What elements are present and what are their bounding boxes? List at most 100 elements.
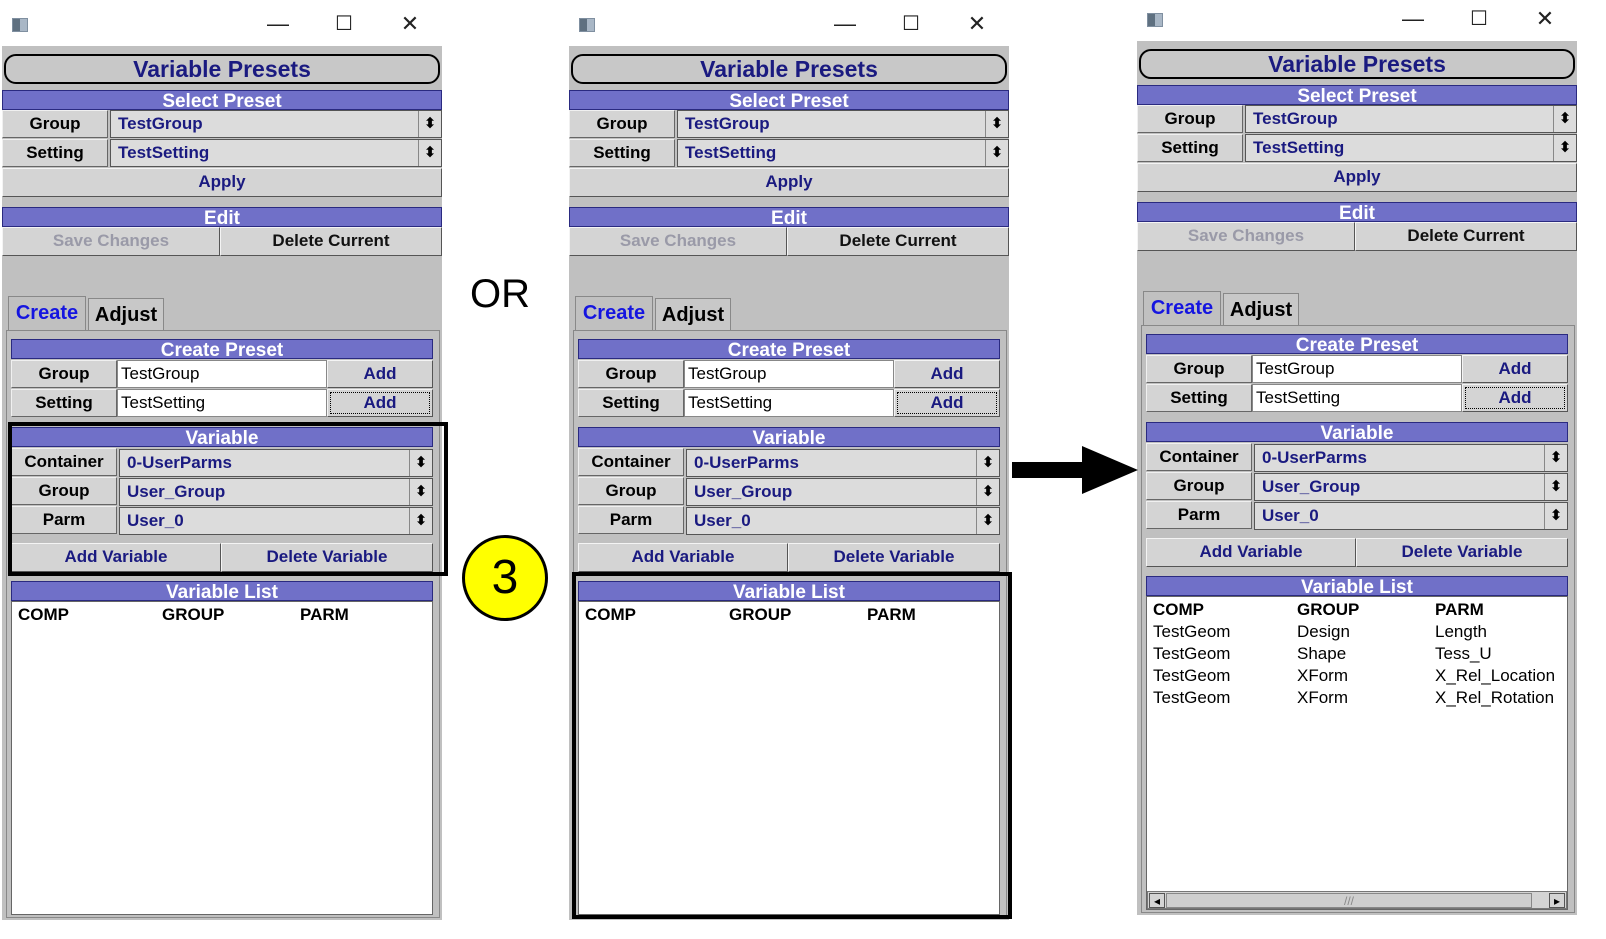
create-setting-input[interactable]: TestSetting — [117, 389, 327, 417]
parm-label: Parm — [578, 506, 684, 534]
dropdown-arrow-icon: ⬍ — [985, 111, 1008, 137]
delete-variable-button[interactable]: Delete Variable — [788, 543, 1000, 572]
title-bar: — ☐ ✕ — [1137, 0, 1577, 41]
select-setting-dropdown[interactable]: TestSetting ⬍ — [677, 139, 1009, 167]
maximize-button[interactable]: ☐ — [891, 10, 931, 38]
variable-list[interactable]: COMP GROUP PARM — [11, 601, 433, 915]
list-cell: TestGeom — [1153, 666, 1231, 685]
list-cell: Shape — [1297, 644, 1347, 663]
add-setting-button[interactable]: Add — [1462, 384, 1568, 412]
delete-variable-button[interactable]: Delete Variable — [1356, 538, 1568, 567]
save-changes-button[interactable]: Save Changes — [2, 227, 220, 256]
create-setting-label: Setting — [11, 389, 117, 417]
select-group-dropdown[interactable]: TestGroup ⬍ — [110, 110, 442, 138]
select-group-dropdown[interactable]: TestGroup ⬍ — [677, 110, 1009, 138]
variable-group-dropdown[interactable]: User_Group ⬍ — [1254, 473, 1568, 501]
dropdown-arrow-icon: ⬍ — [976, 479, 999, 505]
add-setting-button[interactable]: Add — [327, 389, 433, 417]
list-cell: X_Rel_Rotation — [1435, 688, 1555, 707]
tab-create[interactable]: Create — [1143, 291, 1221, 325]
add-setting-button[interactable]: Add — [894, 389, 1000, 417]
container-value: 0-UserParms — [694, 453, 799, 472]
select-setting-value: TestSetting — [118, 143, 210, 162]
parm-label: Parm — [1146, 501, 1252, 529]
parm-value: User_0 — [694, 511, 751, 530]
select-preset-header: Select Preset — [2, 90, 442, 112]
apply-button[interactable]: Apply — [569, 168, 1009, 197]
select-preset-header: Select Preset — [569, 90, 1009, 112]
apply-button[interactable]: Apply — [1137, 163, 1577, 192]
delete-current-button[interactable]: Delete Current — [1355, 222, 1577, 251]
column-header-group: GROUP — [162, 605, 225, 624]
apply-button[interactable]: Apply — [2, 168, 442, 197]
create-group-label: Group — [1146, 355, 1252, 383]
window-body: Variable Presets Select Preset Group Tes… — [1137, 41, 1577, 915]
select-group-dropdown[interactable]: TestGroup ⬍ — [1245, 105, 1577, 133]
or-label: OR — [470, 272, 530, 316]
create-preset-header: Create Preset — [578, 339, 1000, 361]
add-variable-button[interactable]: Add Variable — [578, 543, 788, 572]
variable-group-label: Group — [1146, 472, 1252, 500]
select-setting-value: TestSetting — [1253, 138, 1345, 157]
horizontal-scrollbar[interactable]: ◂/// ▸ — [1147, 891, 1567, 909]
scroll-left-icon[interactable]: ◂ — [1149, 893, 1165, 908]
variable-list[interactable]: COMP GROUP PARM TestGeom Design Length Test… — [1146, 596, 1568, 910]
scroll-right-icon[interactable]: ▸ — [1549, 893, 1565, 908]
tab-adjust[interactable]: Adjust — [88, 298, 164, 330]
parm-dropdown[interactable]: User_0 ⬍ — [686, 507, 1000, 535]
create-group-input[interactable]: TestGroup — [1252, 355, 1462, 383]
minimize-button[interactable]: — — [1393, 5, 1433, 33]
scrollbar-thumb[interactable]: /// — [1166, 893, 1532, 908]
variable-group-value: User_Group — [1262, 477, 1361, 496]
add-group-button[interactable]: Add — [1462, 355, 1568, 383]
tab-adjust[interactable]: Adjust — [655, 298, 731, 330]
create-tab-panel: Create Preset Group TestGroup Add Settin… — [6, 330, 440, 918]
highlight-variable-section — [8, 422, 448, 576]
maximize-button[interactable]: ☐ — [1459, 5, 1499, 33]
close-button[interactable]: ✕ — [1525, 5, 1565, 33]
step-number-badge: 3 — [462, 535, 548, 621]
list-cell: TestGeom — [1153, 644, 1231, 663]
create-group-input[interactable]: TestGroup — [117, 360, 327, 388]
create-setting-input[interactable]: TestSetting — [684, 389, 894, 417]
select-setting-dropdown[interactable]: TestSetting ⬍ — [1245, 134, 1577, 162]
container-dropdown[interactable]: 0-UserParms ⬍ — [1254, 444, 1568, 472]
add-group-button[interactable]: Add — [327, 360, 433, 388]
dropdown-arrow-icon: ⬍ — [1553, 106, 1576, 132]
add-variable-button[interactable]: Add Variable — [1146, 538, 1356, 567]
create-preset-header: Create Preset — [1146, 334, 1568, 356]
list-cell: TestGeom — [1153, 622, 1231, 641]
container-dropdown[interactable]: 0-UserParms ⬍ — [686, 449, 1000, 477]
add-group-button[interactable]: Add — [894, 360, 1000, 388]
select-setting-dropdown[interactable]: TestSetting ⬍ — [110, 139, 442, 167]
maximize-button[interactable]: ☐ — [324, 10, 364, 38]
delete-current-button[interactable]: Delete Current — [787, 227, 1009, 256]
dropdown-arrow-icon: ⬍ — [985, 140, 1008, 166]
minimize-button[interactable]: — — [258, 10, 298, 38]
tab-create[interactable]: Create — [575, 296, 653, 330]
dropdown-arrow-icon: ⬍ — [418, 111, 441, 137]
column-header-parm: PARM — [1435, 600, 1484, 619]
tab-create[interactable]: Create — [8, 296, 86, 330]
save-changes-button[interactable]: Save Changes — [1137, 222, 1355, 251]
right-arrow-icon — [1012, 446, 1138, 494]
create-group-label: Group — [11, 360, 117, 388]
save-changes-button[interactable]: Save Changes — [569, 227, 787, 256]
tab-adjust[interactable]: Adjust — [1223, 293, 1299, 325]
select-group-value: TestGroup — [1253, 109, 1338, 128]
minimize-button[interactable]: — — [825, 10, 865, 38]
variable-list-header: Variable List — [1146, 576, 1568, 598]
create-setting-input[interactable]: TestSetting — [1252, 384, 1462, 412]
close-button[interactable]: ✕ — [957, 10, 997, 38]
close-button[interactable]: ✕ — [390, 10, 430, 38]
column-header-comp: COMP — [18, 605, 69, 624]
dropdown-arrow-icon: ⬍ — [1553, 135, 1576, 161]
dropdown-arrow-icon: ⬍ — [1544, 474, 1567, 500]
variable-group-dropdown[interactable]: User_Group ⬍ — [686, 478, 1000, 506]
list-cell: Length — [1435, 622, 1487, 641]
create-group-input[interactable]: TestGroup — [684, 360, 894, 388]
select-setting-label: Setting — [569, 139, 675, 167]
delete-current-button[interactable]: Delete Current — [220, 227, 442, 256]
select-group-label: Group — [2, 110, 108, 138]
parm-dropdown[interactable]: User_0 ⬍ — [1254, 502, 1568, 530]
